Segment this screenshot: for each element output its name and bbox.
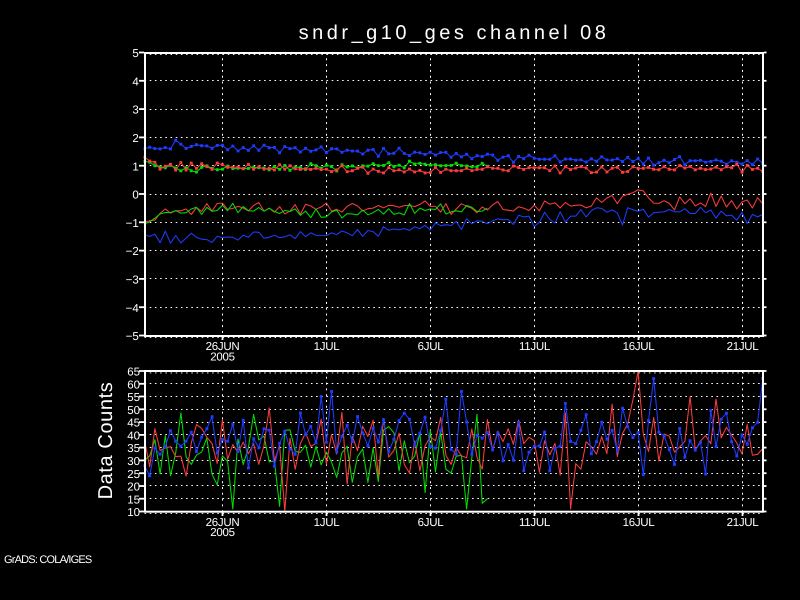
svg-text:sndr_g10_ges channel 08: sndr_g10_ges channel 08 [299,22,610,44]
svg-text:65: 65 [127,367,140,379]
svg-text:35: 35 [127,443,140,455]
svg-text:25: 25 [127,469,140,481]
svg-text:5: 5 [132,48,138,60]
svg-text:21JUL: 21JUL [727,517,760,529]
svg-text:10: 10 [127,507,140,519]
svg-text:2005: 2005 [210,352,234,364]
svg-text:2005: 2005 [210,527,234,539]
svg-text:16JUL: 16JUL [623,341,656,353]
svg-text:45: 45 [127,418,140,430]
svg-text:1: 1 [132,161,138,173]
svg-text:30: 30 [127,456,140,468]
svg-text:55: 55 [127,392,140,404]
svg-text:16JUL: 16JUL [623,517,656,529]
svg-text:3: 3 [132,105,138,117]
svg-text:1JUL: 1JUL [314,517,341,529]
svg-text:21JUL: 21JUL [727,341,760,353]
svg-text:15: 15 [127,494,140,506]
svg-text:6JUL: 6JUL [418,341,445,353]
svg-text:20: 20 [127,482,140,494]
svg-text:GrADS: COLA/IGES: GrADS: COLA/IGES [4,554,92,566]
svg-text:1JUL: 1JUL [314,341,341,353]
svg-text:−4: −4 [126,303,140,315]
svg-text:2: 2 [132,133,138,145]
svg-text:Data Counts: Data Counts [95,382,117,500]
svg-text:11JUL: 11JUL [519,517,551,529]
svg-text:−3: −3 [126,275,139,287]
svg-text:−1: −1 [126,218,139,230]
svg-text:6JUL: 6JUL [418,517,445,529]
svg-text:0: 0 [132,190,138,202]
svg-text:−5: −5 [126,331,139,343]
svg-text:50: 50 [127,405,140,417]
svg-text:60: 60 [127,379,140,391]
svg-text:−2: −2 [126,246,139,258]
svg-text:11JUL: 11JUL [519,341,551,353]
svg-text:40: 40 [127,431,140,443]
svg-text:4: 4 [132,76,139,88]
